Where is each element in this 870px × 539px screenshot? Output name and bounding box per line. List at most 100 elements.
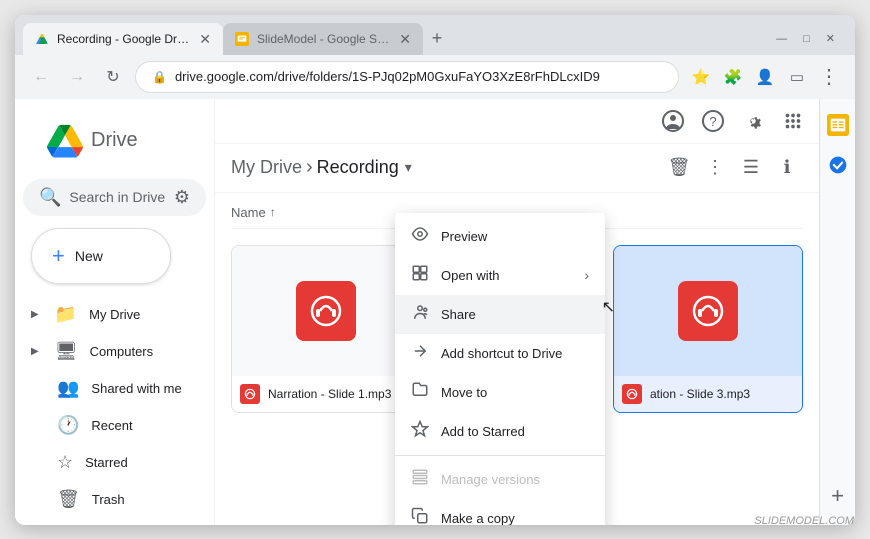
window-minimize[interactable]: — <box>776 33 787 45</box>
context-menu: Preview Open with › <box>395 213 605 525</box>
main-content: ? <box>215 99 819 525</box>
breadcrumb-parent[interactable]: My Drive <box>231 157 302 178</box>
sidebar-toggle-icon[interactable]: ▭ <box>783 63 811 91</box>
apps-grid-icon <box>782 110 804 132</box>
question-icon: ? <box>701 109 725 133</box>
delete-button[interactable]: 🗑 <box>663 152 695 184</box>
menu-item-add-shortcut[interactable]: Add shortcut to Drive <box>395 334 605 373</box>
tab-slides-close[interactable]: ✕ <box>399 32 411 46</box>
address-bar-row: ← → ↻ 🔒 drive.google.com/drive/folders/1… <box>15 55 855 99</box>
search-bar[interactable]: 🔍 Search in Drive ⚙ <box>23 179 206 216</box>
right-panel: + <box>819 99 855 525</box>
sheets-panel-icon[interactable] <box>820 107 856 143</box>
url-text: drive.google.com/drive/folders/1S-PJq02p… <box>175 69 600 84</box>
file-name-1: Narration - Slide 1.mp3 <box>268 387 412 401</box>
sidebar: Drive 🔍 Search in Drive ⚙ + New ▶ 📁 <box>15 99 215 525</box>
back-button[interactable]: ← <box>27 63 55 91</box>
file-footer-3: ation - Slide 3.mp3 <box>614 376 802 412</box>
address-icons: ⭐ 🧩 👤 ▭ ⋮ <box>687 63 843 91</box>
browser-menu-button[interactable]: ⋮ <box>815 64 843 89</box>
menu-item-preview[interactable]: Preview <box>395 217 605 256</box>
drive-favicon <box>35 32 49 46</box>
sidebar-search-area: 🔍 Search in Drive ⚙ <box>15 179 214 224</box>
menu-item-manage-versions: Manage versions <box>395 460 605 499</box>
sidebar-item-shared-label: Shared with me <box>91 381 181 396</box>
open-with-arrow-icon: › <box>584 267 589 283</box>
main-header-icons: 🗑 ⋮ ☰ ℹ <box>663 152 803 184</box>
address-input[interactable]: 🔒 drive.google.com/drive/folders/1S-PJq0… <box>135 61 679 93</box>
mp3-icon-1 <box>296 281 356 341</box>
sort-arrow-icon[interactable]: ↑ <box>270 205 276 219</box>
file-footer-1: Narration - Slide 1.mp3 <box>232 376 420 412</box>
new-tab-button[interactable]: + <box>423 25 451 53</box>
right-panel-add-button[interactable]: + <box>831 483 844 509</box>
tab-drive[interactable]: Recording - Google Drive ✕ <box>23 23 223 55</box>
file-item-3[interactable]: ation - Slide 3.mp3 <box>613 245 803 413</box>
tasks-panel-icon[interactable] <box>820 147 856 183</box>
move-to-icon <box>411 381 429 404</box>
watermark: SLIDEMODEL.COM <box>754 515 854 527</box>
refresh-button[interactable]: ↻ <box>99 63 127 91</box>
breadcrumb-dropdown-icon[interactable]: ▾ <box>405 159 412 176</box>
tab-slides[interactable]: SlideModel - Google Slides ✕ <box>223 23 423 55</box>
window-maximize[interactable]: □ <box>803 33 810 45</box>
more-options-button[interactable]: ⋮ <box>699 152 731 184</box>
info-button[interactable]: ℹ <box>771 152 803 184</box>
search-placeholder: Search in Drive <box>69 189 165 205</box>
gear-icon <box>742 110 764 132</box>
file-mini-icon-1 <box>240 384 260 404</box>
new-button[interactable]: + New <box>31 228 171 284</box>
menu-item-share[interactable]: Share ↖ <box>395 295 605 334</box>
drive-logo-svg <box>47 123 83 159</box>
tab-drive-close[interactable]: ✕ <box>199 32 211 46</box>
sidebar-item-my-drive-label: My Drive <box>89 307 140 322</box>
window-close[interactable]: ✕ <box>826 32 835 45</box>
account-circle-button[interactable] <box>655 103 691 139</box>
menu-item-make-copy-label: Make a copy <box>441 511 515 525</box>
bookmark-icon[interactable]: ⭐ <box>687 63 715 91</box>
file-item-1[interactable]: Narration - Slide 1.mp3 <box>231 245 421 413</box>
extension-icon[interactable]: 🧩 <box>719 63 747 91</box>
sidebar-item-recent[interactable]: 🕐 Recent <box>15 407 202 444</box>
sidebar-item-trash[interactable]: 🗑 Trash <box>15 481 202 518</box>
tab-drive-title: Recording - Google Drive <box>57 32 191 46</box>
file-mini-icon-3 <box>622 384 642 404</box>
preview-icon <box>411 225 429 248</box>
sidebar-item-shared-with-me[interactable]: 👥 Shared with me <box>15 370 202 407</box>
breadcrumb: My Drive › Recording ▾ <box>231 156 655 179</box>
slides-favicon <box>235 32 249 46</box>
my-drive-icon: 📁 <box>55 304 77 325</box>
svg-text:?: ? <box>709 114 716 129</box>
file-thumbnail-1 <box>232 246 420 376</box>
file-thumbnail-3 <box>614 246 802 376</box>
sidebar-item-computers[interactable]: ▶ 🖥 Computers <box>15 333 202 370</box>
menu-item-open-with-label: Open with <box>441 268 500 283</box>
share-icon <box>411 303 429 326</box>
new-button-label: New <box>75 248 103 264</box>
list-view-button[interactable]: ☰ <box>735 152 767 184</box>
help-button[interactable]: ? <box>695 103 731 139</box>
app-content: Drive 🔍 Search in Drive ⚙ + New ▶ 📁 <box>15 99 855 525</box>
sidebar-item-my-drive[interactable]: ▶ 📁 My Drive <box>15 296 202 333</box>
menu-item-make-copy[interactable]: Make a copy <box>395 499 605 525</box>
sidebar-item-starred-label: Starred <box>85 455 128 470</box>
menu-item-move-to-label: Move to <box>441 385 487 400</box>
sidebar-item-starred[interactable]: ☆ Starred <box>15 444 202 481</box>
search-filter-icon[interactable]: ⚙ <box>174 187 190 208</box>
forward-button[interactable]: → <box>63 63 91 91</box>
browser-window: Recording - Google Drive ✕ SlideModel - … <box>15 15 855 525</box>
menu-item-open-with[interactable]: Open with › <box>395 256 605 295</box>
headphone-icon-3 <box>690 293 726 329</box>
breadcrumb-current: Recording <box>317 157 399 178</box>
files-area: Name ↑ <box>215 193 819 525</box>
trash-icon: 🗑 <box>57 489 80 510</box>
profile-icon[interactable]: 👤 <box>751 63 779 91</box>
menu-item-add-starred[interactable]: Add to Starred <box>395 412 605 451</box>
apps-button[interactable] <box>775 103 811 139</box>
browser-chrome: Recording - Google Drive ✕ SlideModel - … <box>15 15 855 99</box>
add-shortcut-icon <box>411 342 429 365</box>
computers-icon: 🖥 <box>55 341 78 362</box>
settings-button[interactable] <box>735 103 771 139</box>
tab-bar: Recording - Google Drive ✕ SlideModel - … <box>15 15 855 55</box>
menu-item-move-to[interactable]: Move to <box>395 373 605 412</box>
